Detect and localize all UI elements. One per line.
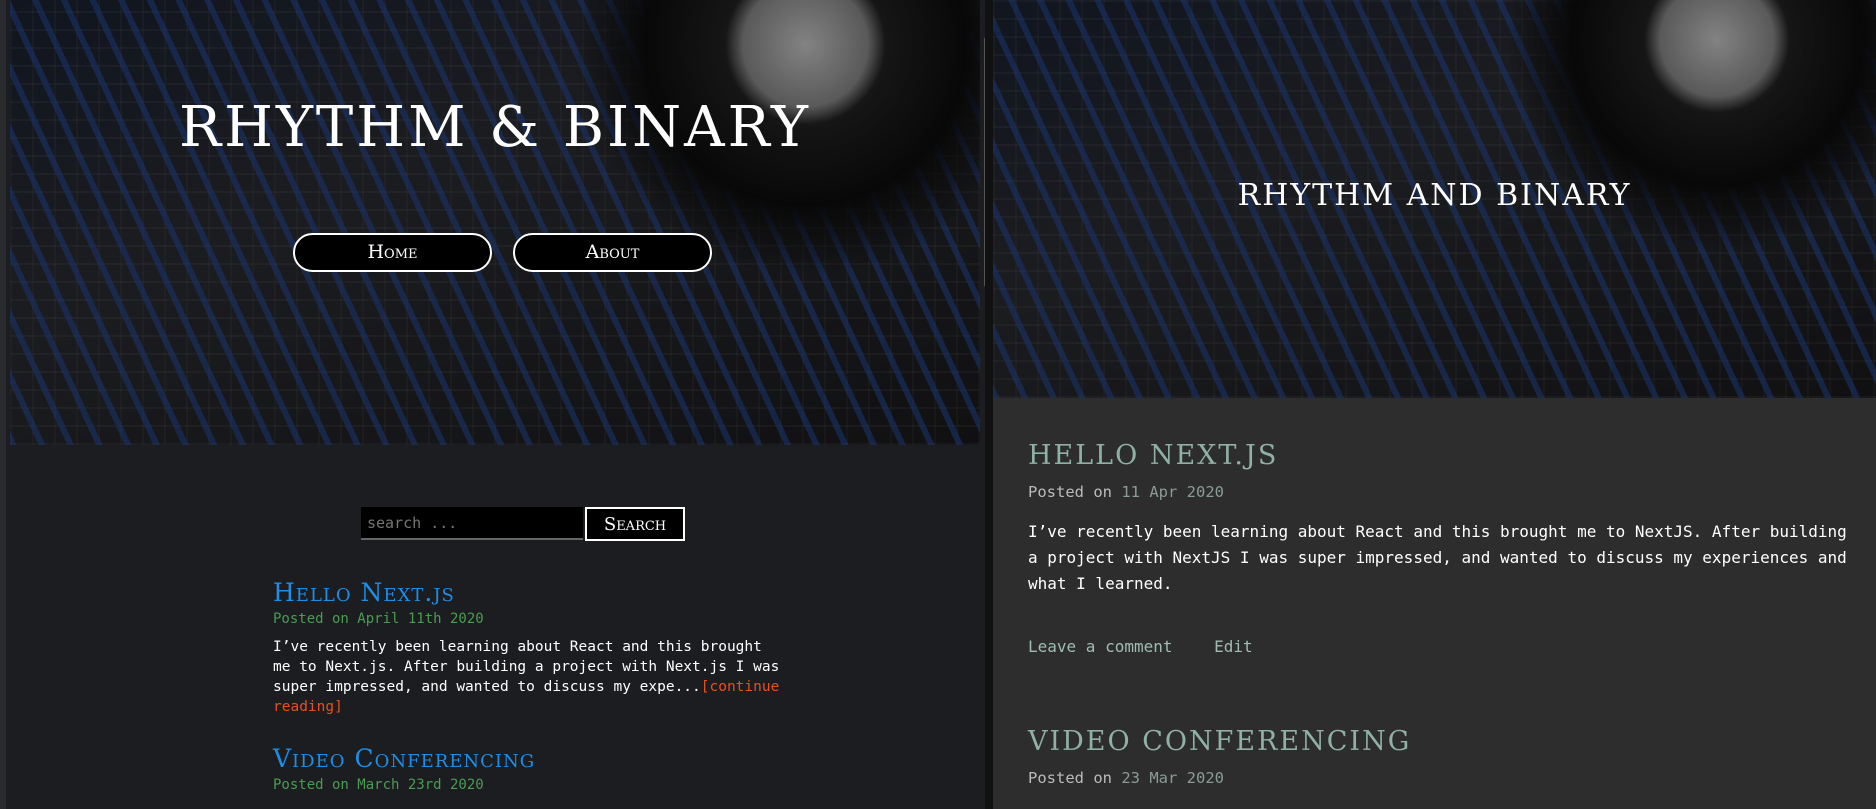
post-links: Leave a comment Edit bbox=[1028, 637, 1848, 656]
post-body: I’ve recently been learning about React … bbox=[1028, 522, 1847, 593]
post-item: Hello Next.js Posted on April 11th 2020 … bbox=[273, 578, 783, 717]
post-title-link[interactable]: HELLO NEXT.JS bbox=[1028, 440, 1848, 471]
search-button[interactable]: Search bbox=[585, 507, 685, 541]
post-title-link[interactable]: Video Conferencing bbox=[273, 744, 783, 773]
post-excerpt: I’ve recently been learning about React … bbox=[273, 637, 783, 717]
post-date: Posted on March 23rd 2020 bbox=[273, 777, 484, 793]
site-title: RHYTHM & BINARY bbox=[178, 95, 812, 160]
post-meta: Posted on 23 Mar 2020 bbox=[1028, 769, 1848, 787]
leave-comment-link[interactable]: Leave a comment bbox=[1028, 637, 1173, 656]
nav-about-button[interactable]: About bbox=[513, 233, 712, 272]
pane-divider bbox=[985, 0, 993, 809]
post-date-link[interactable]: 11 Apr 2020 bbox=[1121, 483, 1224, 501]
post-title-link[interactable]: VIDEO CONFERENCING bbox=[1028, 726, 1848, 757]
edit-link[interactable]: Edit bbox=[1214, 637, 1253, 656]
main-nav: Home About bbox=[293, 233, 712, 272]
post-item: VIDEO CONFERENCING Posted on 23 Mar 2020 bbox=[1028, 726, 1848, 787]
hero-banner: RHYTHM AND BINARY bbox=[993, 0, 1876, 398]
site-title: RHYTHM AND BINARY bbox=[1237, 178, 1632, 213]
post-item: Video Conferencing Posted on March 23rd … bbox=[273, 744, 783, 793]
post-item: HELLO NEXT.JS Posted on 11 Apr 2020 I’ve… bbox=[1028, 440, 1848, 656]
hero-banner: RHYTHM & BINARY Home About bbox=[10, 0, 980, 445]
post-date: Posted on April 11th 2020 bbox=[273, 611, 484, 627]
right-browser-pane: RHYTHM AND BINARY HELLO NEXT.JS Posted o… bbox=[993, 0, 1876, 809]
post-date-link[interactable]: 23 Mar 2020 bbox=[1121, 769, 1224, 787]
posted-label: Posted on bbox=[1028, 483, 1112, 501]
posted-label: Posted on bbox=[1028, 769, 1112, 787]
search-input[interactable] bbox=[361, 507, 583, 540]
left-browser-pane: RHYTHM & BINARY Home About Search Hello … bbox=[0, 0, 991, 809]
post-title-link[interactable]: Hello Next.js bbox=[273, 578, 783, 607]
search-form: Search bbox=[361, 507, 685, 541]
post-meta: Posted on 11 Apr 2020 bbox=[1028, 483, 1848, 501]
nav-home-button[interactable]: Home bbox=[293, 233, 492, 272]
